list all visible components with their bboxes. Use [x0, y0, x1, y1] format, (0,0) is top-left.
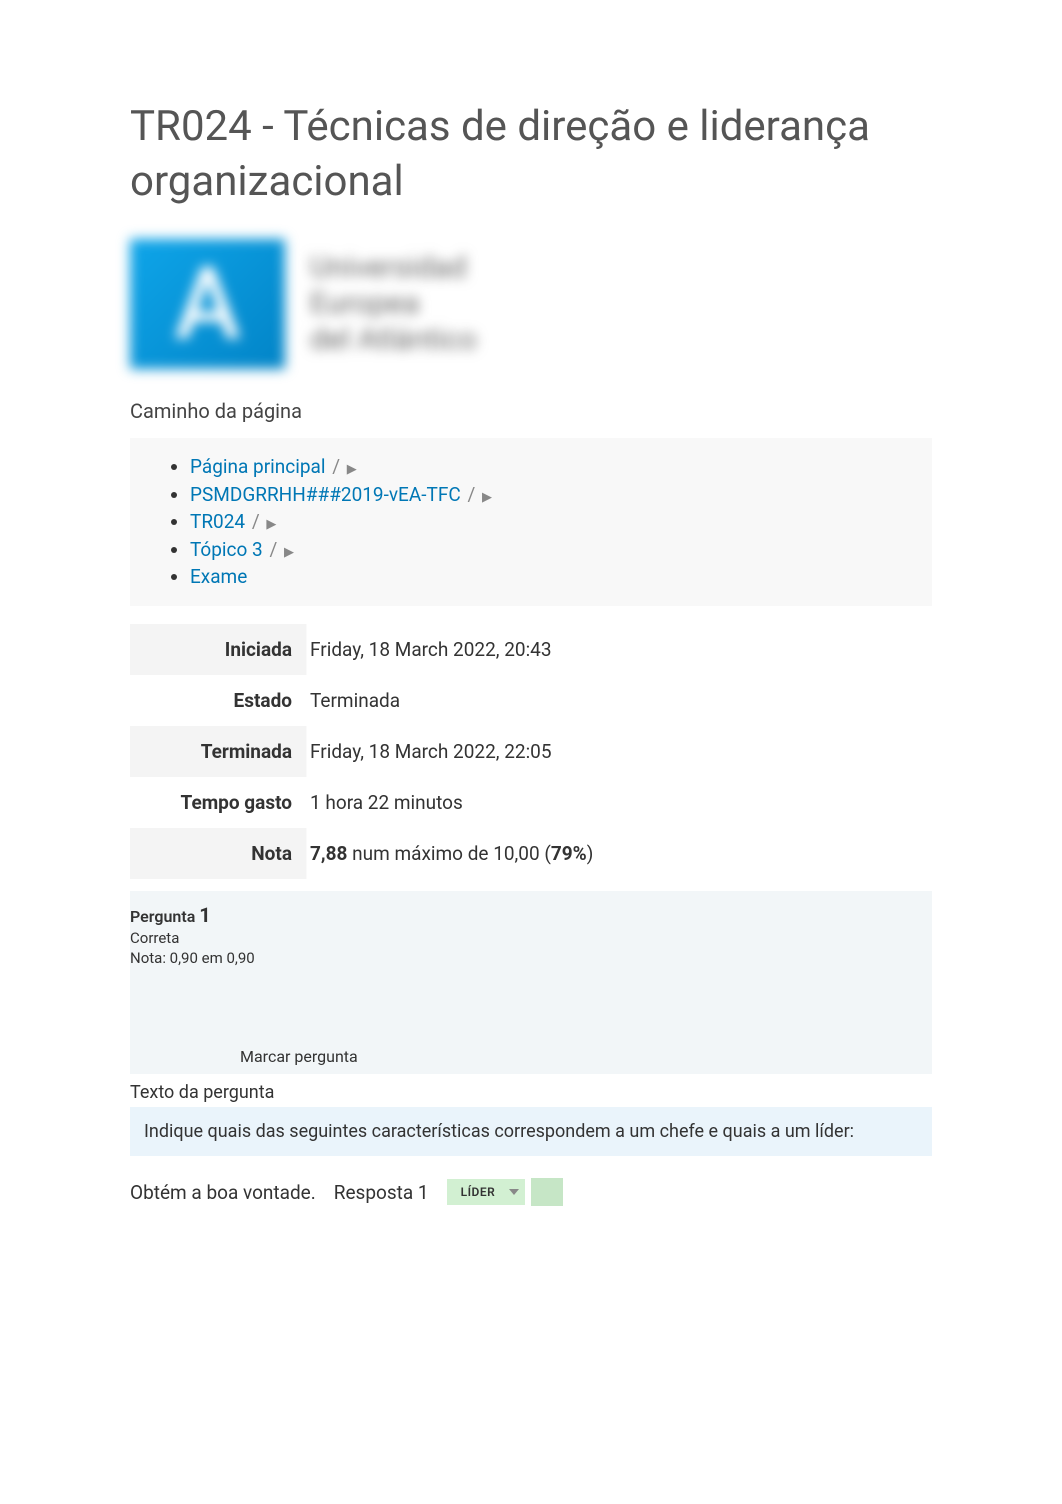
summary-value: Friday, 18 March 2022, 22:05: [310, 740, 552, 763]
summary-label: Iniciada: [130, 638, 310, 661]
grade-text-mid: num máximo de 10,00 (: [347, 842, 550, 865]
summary-value: Friday, 18 March 2022, 20:43: [310, 638, 552, 661]
summary-label: Terminada: [130, 740, 310, 763]
answer-select[interactable]: LÍDER: [447, 1179, 526, 1205]
summary-row-completed: Terminada Friday, 18 March 2022, 22:05: [130, 726, 932, 777]
breadcrumb-separator: /: [332, 455, 340, 478]
attempt-summary-table: Iniciada Friday, 18 March 2022, 20:43 Es…: [130, 624, 932, 879]
summary-value-grade: 7,88 num máximo de 10,00 (79%): [310, 842, 593, 865]
question-status: Correta: [130, 929, 932, 947]
summary-row-grade: Nota 7,88 num máximo de 10,00 (79%): [130, 828, 932, 879]
question-number: 1: [199, 903, 210, 927]
grade-percent: 79%: [551, 842, 587, 865]
summary-label: Tempo gasto: [130, 791, 310, 814]
institution-name-line3: del Atlántico: [310, 322, 477, 358]
flag-question-link[interactable]: Marcar pergunta: [130, 1047, 932, 1066]
breadcrumb-link-home[interactable]: Página principal: [190, 455, 325, 478]
breadcrumb-link-exam[interactable]: Exame: [190, 565, 247, 588]
breadcrumb-item: Tópico 3 / ▶: [190, 536, 912, 564]
breadcrumb-link-topic[interactable]: Tópico 3: [190, 538, 263, 561]
breadcrumb-separator: /: [252, 510, 260, 533]
question-body: Indique quais das seguintes característi…: [130, 1107, 932, 1156]
question-mark: Nota: 0,90 em 0,90: [130, 949, 932, 967]
question-block: Pergunta 1 Correta Nota: 0,90 em 0,90 Ma…: [130, 891, 932, 1074]
breadcrumb-item: Exame: [190, 563, 912, 591]
answer-row: Obtém a boa vontade. Resposta 1 LÍDER: [130, 1178, 932, 1206]
institution-name: Universidad Europea del Atlántico: [310, 250, 477, 358]
breadcrumb-item: Página principal / ▶: [190, 453, 912, 481]
chevron-right-icon: ▶: [266, 517, 276, 532]
answer-select-trailing: [531, 1178, 563, 1206]
institution-logo-icon: A: [130, 239, 285, 369]
chevron-right-icon: ▶: [347, 462, 357, 477]
breadcrumb-link-course[interactable]: TR024: [190, 510, 245, 533]
summary-row-started: Iniciada Friday, 18 March 2022, 20:43: [130, 624, 932, 675]
summary-row-state: Estado Terminada: [130, 675, 932, 726]
institution-name-line2: Europea: [310, 286, 477, 322]
breadcrumb-separator: /: [467, 483, 475, 506]
summary-label: Estado: [130, 689, 310, 712]
institution-logo-block: A Universidad Europea del Atlántico: [130, 239, 932, 369]
question-header: Pergunta 1: [130, 903, 932, 927]
chevron-right-icon: ▶: [482, 490, 492, 505]
grade-value: 7,88: [310, 842, 347, 865]
question-text-heading: Texto da pergunta: [130, 1082, 932, 1103]
institution-name-line1: Universidad: [310, 250, 477, 286]
question-label: Pergunta: [130, 907, 195, 926]
breadcrumb-heading: Caminho da página: [130, 399, 932, 423]
page-title: TR024 - Técnicas de direção e liderança …: [130, 100, 932, 209]
answer-label: Resposta 1: [334, 1181, 429, 1204]
breadcrumb-link-program[interactable]: PSMDGRRHH###2019-vEA-TFC: [190, 483, 461, 506]
summary-value: Terminada: [310, 689, 400, 712]
breadcrumb: Página principal / ▶ PSMDGRRHH###2019-vE…: [130, 438, 932, 606]
summary-row-time: Tempo gasto 1 hora 22 minutos: [130, 777, 932, 828]
breadcrumb-separator: /: [269, 538, 277, 561]
breadcrumb-item: TR024 / ▶: [190, 508, 912, 536]
breadcrumb-item: PSMDGRRHH###2019-vEA-TFC / ▶: [190, 481, 912, 509]
grade-text-close: ): [587, 842, 594, 865]
answer-prompt: Obtém a boa vontade.: [130, 1181, 316, 1204]
chevron-right-icon: ▶: [284, 545, 294, 560]
summary-label: Nota: [130, 842, 310, 865]
summary-value: 1 hora 22 minutos: [310, 791, 463, 814]
